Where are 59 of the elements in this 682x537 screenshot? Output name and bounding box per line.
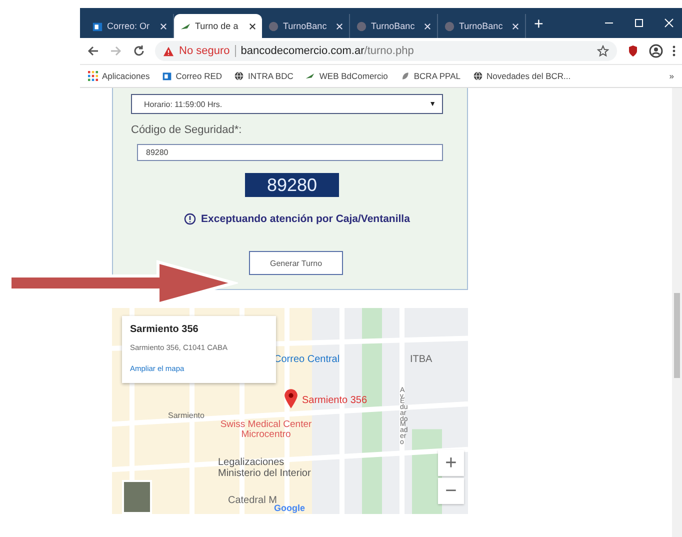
tab-title: TurnoBanc	[283, 21, 328, 31]
menu-icon[interactable]	[672, 44, 676, 58]
browser-tab[interactable]: TurnoBanc	[438, 14, 526, 38]
tab-title: Correo: Or	[107, 21, 151, 31]
map-label: Catedral M	[228, 496, 277, 506]
map-label: Swiss Medical Center Microcentro	[219, 420, 313, 440]
browser-tab[interactable]: TurnoBanc	[350, 14, 438, 38]
star-icon[interactable]	[597, 45, 609, 57]
place-title: Sarmiento 356	[130, 324, 200, 335]
generate-button[interactable]: Generar Turno	[249, 251, 343, 275]
tab-title: TurnoBanc	[459, 21, 504, 31]
mail-icon	[162, 71, 172, 81]
more-bookmarks-button[interactable]: »	[669, 71, 674, 81]
shield-icon[interactable]	[626, 44, 640, 58]
browser-tab[interactable]: Turno de a	[174, 14, 262, 38]
scrollbar[interactable]	[672, 88, 682, 537]
map-label: ITBA	[410, 355, 434, 366]
globe-icon	[472, 71, 482, 81]
tab-title: Turno de a	[195, 21, 240, 31]
map-label: Sarmiento	[168, 412, 206, 420]
close-icon[interactable]	[664, 18, 674, 28]
url-text: bancodecomercio.com.ar/turno.php	[240, 45, 414, 57]
bookmark[interactable]: Correo RED	[162, 71, 222, 81]
tab-title: TurnoBanc	[371, 21, 416, 31]
maximize-icon[interactable]	[634, 18, 644, 28]
map-label: Sarmiento 356	[302, 396, 368, 406]
zoom-out-button[interactable]: −	[438, 478, 464, 504]
satellite-thumbnail[interactable]	[122, 480, 152, 514]
browser-tab[interactable]: TurnoBanc	[262, 14, 350, 38]
globe-icon	[356, 20, 367, 32]
account-icon[interactable]	[649, 44, 663, 58]
globe-icon	[444, 20, 455, 32]
info-icon	[184, 213, 196, 225]
bookmark[interactable]: Aplicaciones	[88, 71, 150, 81]
new-tab-button[interactable]: +	[534, 16, 544, 34]
bookmark[interactable]: BCRA PPAL	[400, 71, 460, 81]
warning-icon	[163, 46, 174, 56]
reload-icon[interactable]	[132, 44, 146, 58]
back-icon[interactable]	[86, 44, 100, 58]
arrow-logo-icon	[305, 71, 316, 81]
leaf-icon	[400, 71, 410, 81]
bookmark[interactable]: INTRA BDC	[234, 71, 294, 81]
apps-grid-icon	[88, 71, 98, 81]
field-label: Código de Seguridad*:	[131, 124, 243, 136]
map-label: Legalizaciones Ministerio del Interior	[218, 458, 312, 479]
zoom-in-button[interactable]: +	[438, 450, 464, 476]
bookmark[interactable]: Novedades del BCR...	[472, 71, 571, 81]
security-code-field[interactable]: 89280	[137, 144, 443, 161]
notice-text: Exceptuando atención por Caja/Ventanilla	[201, 213, 410, 225]
mail-icon	[92, 20, 103, 32]
globe-icon	[234, 71, 244, 81]
security-status: No seguro	[179, 45, 230, 57]
address-bar[interactable]: No seguro bancodecomercio.com.ar/turno.php	[155, 41, 617, 61]
map-logo: Google	[274, 503, 305, 513]
map-pin-icon[interactable]	[284, 388, 298, 410]
globe-icon	[268, 20, 279, 32]
close-tab-icon[interactable]	[249, 22, 256, 30]
captcha-image: 89280	[245, 173, 339, 197]
bookmark[interactable]: WEB BdComercio	[305, 71, 388, 81]
